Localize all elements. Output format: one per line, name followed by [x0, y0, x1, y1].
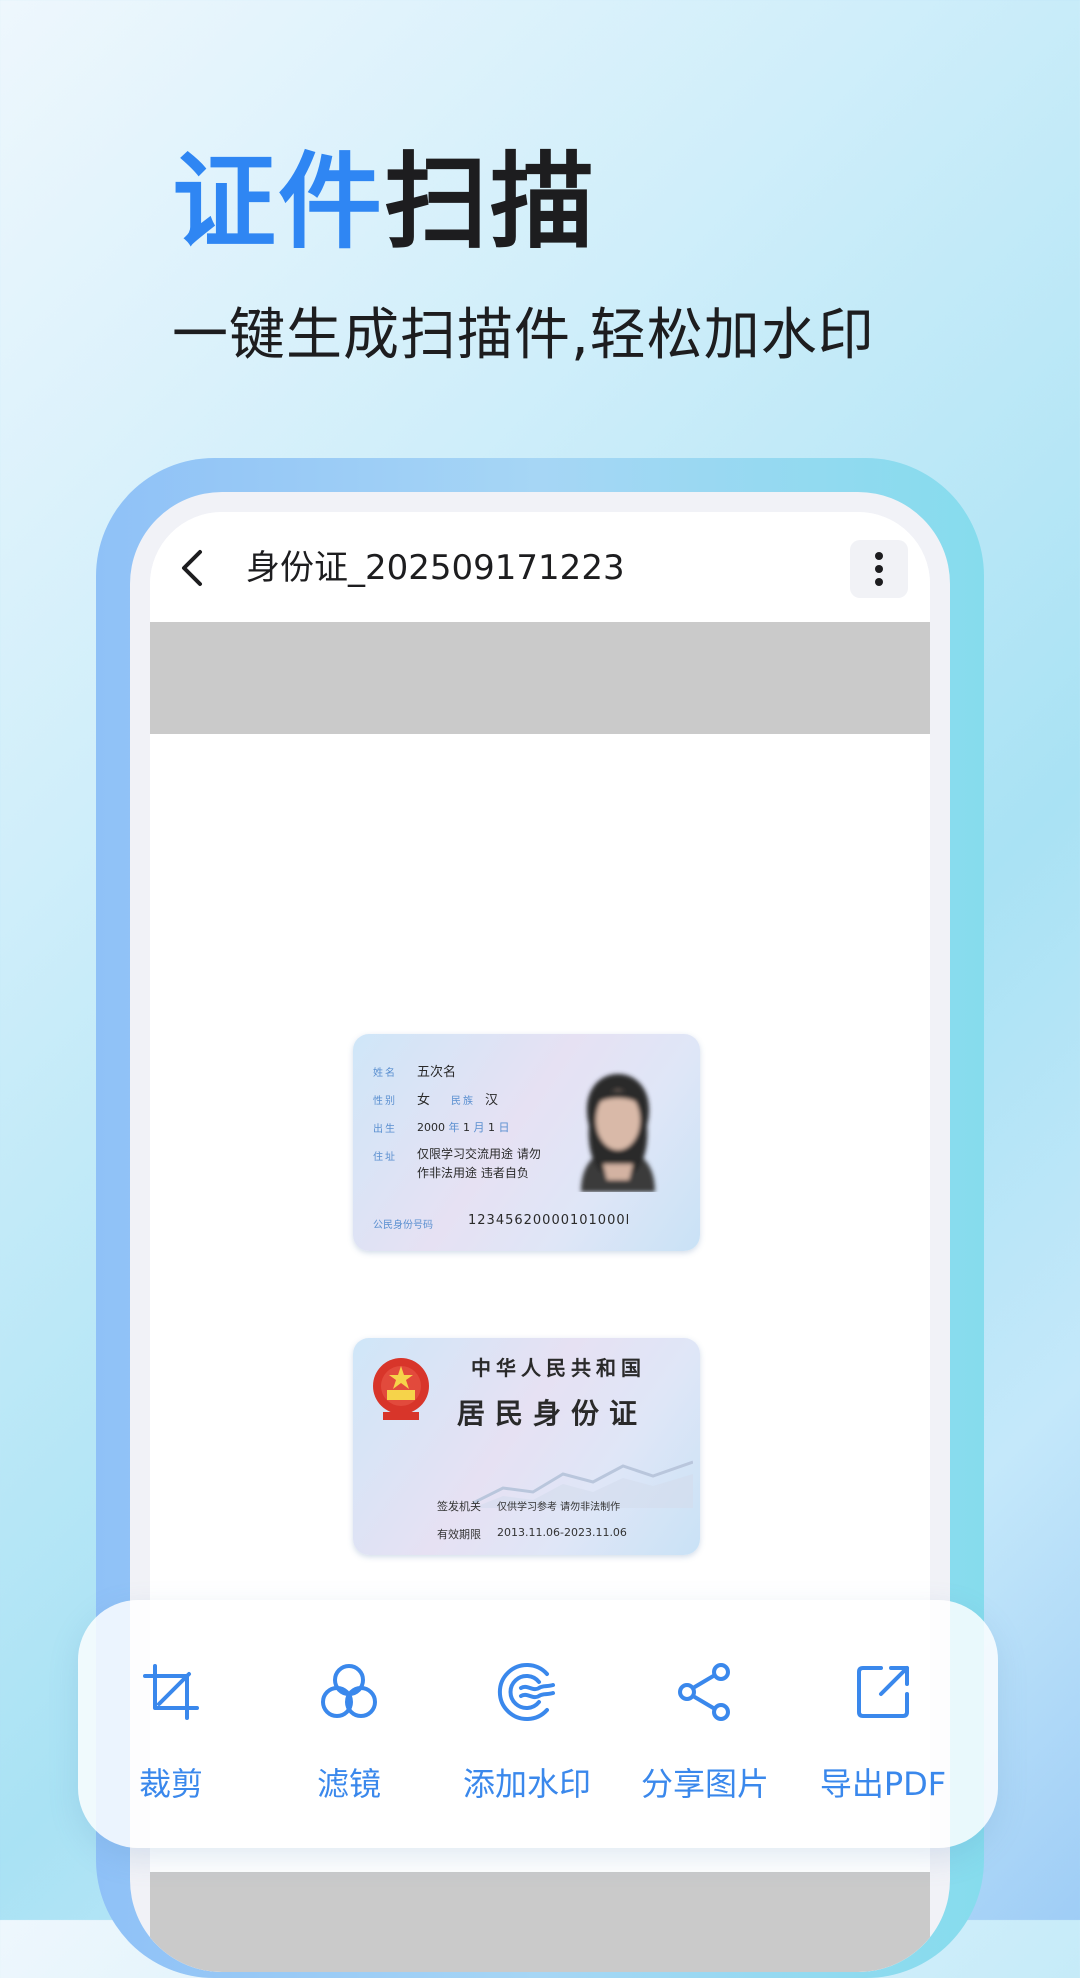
ethnicity-label: 民族 [451, 1096, 475, 1107]
authority-value: 仅供学习参考 请勿非法制作 [497, 1502, 621, 1513]
birth-year: 2000 [417, 1121, 445, 1134]
portrait-photo [581, 1074, 655, 1192]
export-label: 导出PDF [819, 1765, 947, 1803]
nav-bar: 身份证_202509171223 [150, 512, 930, 622]
authority-label: 签发机关 [437, 1500, 481, 1513]
headline-main: 扫描 [384, 141, 597, 263]
address-line1: 仅限学习交流用途 请勿 [417, 1147, 541, 1161]
page-separator-bottom [150, 1872, 930, 1972]
sex-value: 女 [417, 1093, 431, 1108]
id-number-label: 公民身份号码 [373, 1220, 433, 1231]
add-watermark-button[interactable]: 添加水印 [438, 1600, 616, 1848]
watermark-label: 添加水印 [462, 1765, 591, 1803]
id-number-value: 12345620000101000l [468, 1213, 631, 1228]
name-label: 姓名 [373, 1068, 397, 1079]
headline: 证件扫描 [172, 150, 596, 254]
ethnicity-value: 汉 [485, 1093, 499, 1108]
filter-button[interactable]: 滤镜 [260, 1600, 438, 1848]
name-value: 五次名 [417, 1065, 457, 1080]
validity-value: 2013.11.06-2023.11.06 [497, 1526, 627, 1539]
month-unit: 月 [473, 1121, 485, 1134]
birth-date: 2000 年 1 月 1 日 [417, 1119, 510, 1135]
filter-label: 滤镜 [316, 1765, 381, 1803]
more-dots-icon [875, 578, 883, 586]
page-separator-top [150, 622, 930, 734]
crop-icon [143, 1664, 199, 1720]
id-card-front[interactable]: 姓名 五次名 性别 女 民族 汉 出生 2000 年 1 月 1 日 住址 仅限… [353, 1034, 700, 1251]
crop-label: 裁剪 [138, 1765, 203, 1803]
chevron-left-icon [182, 550, 202, 586]
export-icon [857, 1666, 909, 1718]
birth-label: 出生 [373, 1124, 397, 1135]
share-image-button[interactable]: 分享图片 [616, 1600, 794, 1848]
export-pdf-button[interactable]: 导出PDF [794, 1600, 972, 1848]
address-label: 住址 [373, 1152, 397, 1163]
more-dots-icon [875, 552, 883, 560]
birth-day: 1 [488, 1121, 495, 1134]
card-title-country: 中华人民共和国 [471, 1356, 646, 1380]
bottom-toolbar: 裁剪 滤镜 添加水印 分享图片 导出PDF [78, 1600, 998, 1848]
crop-button[interactable]: 裁剪 [82, 1600, 260, 1848]
share-label: 分享图片 [640, 1765, 769, 1803]
address-line2: 作非法用途 违者自负 [417, 1166, 529, 1180]
id-card-back[interactable]: 中华人民共和国 居民身份证 签发机关 仅供学习参考 请勿非法制作 有效期限 20… [353, 1338, 700, 1555]
watermark-icon [497, 1663, 555, 1721]
national-emblem-icon [373, 1358, 429, 1420]
day-unit: 日 [498, 1121, 510, 1134]
sex-label: 性别 [373, 1096, 397, 1107]
more-dots-icon [875, 565, 883, 573]
validity-label: 有效期限 [437, 1528, 481, 1541]
more-menu-button[interactable] [850, 540, 908, 598]
share-icon [678, 1663, 730, 1721]
filter-icon [321, 1664, 377, 1718]
document-title: 身份证_202509171223 [246, 548, 625, 588]
headline-accent: 证件 [172, 141, 385, 263]
year-unit: 年 [448, 1121, 460, 1134]
subtitle: 一键生成扫描件,轻松加水印 [172, 303, 875, 368]
back-button[interactable] [172, 546, 216, 590]
card-title-document: 居民身份证 [457, 1397, 648, 1430]
birth-month: 1 [463, 1121, 470, 1134]
